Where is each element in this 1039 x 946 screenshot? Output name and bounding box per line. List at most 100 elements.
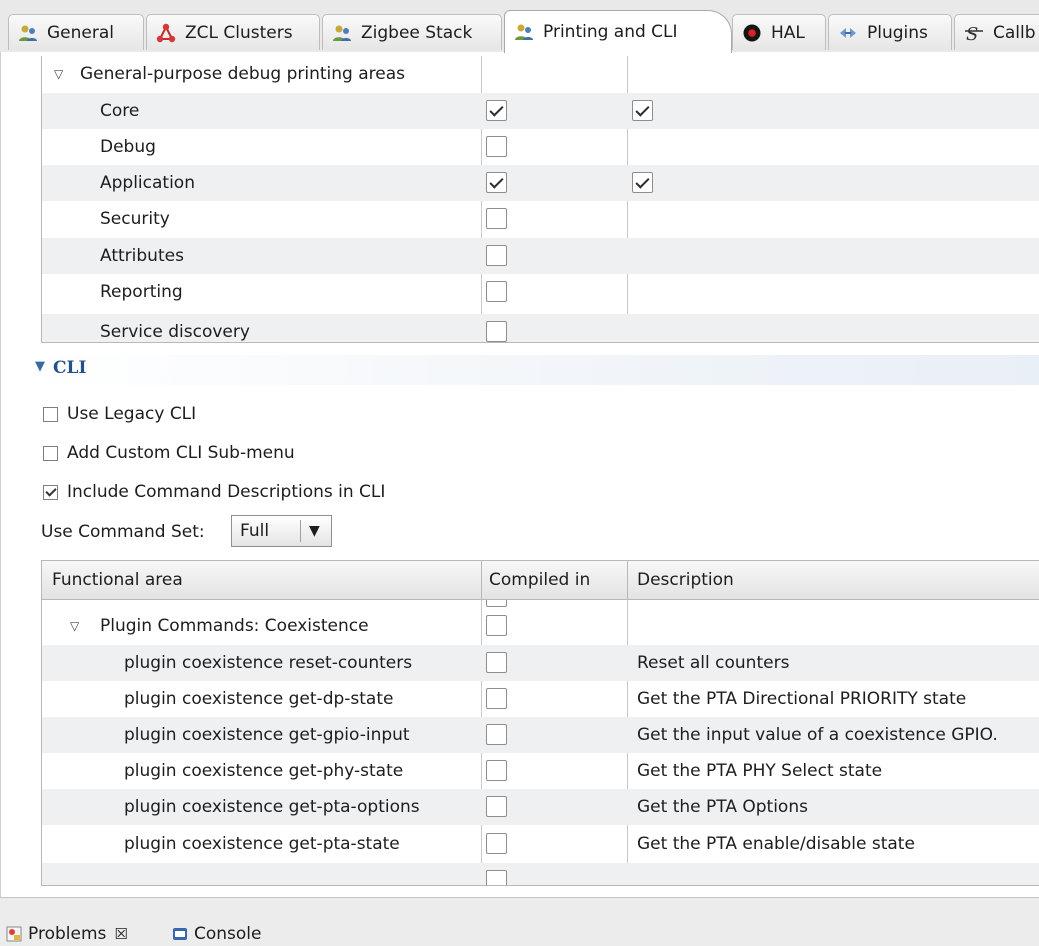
table-row[interactable]: Service discovery — [42, 314, 1039, 342]
tab-label: Callb — [993, 22, 1036, 43]
compiled-checkbox[interactable] — [486, 615, 507, 636]
printing-cli-editor: ▽ General-purpose debug printing areas C… — [0, 52, 1039, 897]
compiled-checkbox[interactable] — [486, 760, 507, 781]
hal-icon — [743, 24, 761, 41]
table-header: Functional area Compiled in Description — [42, 560, 1039, 600]
compiled-checkbox[interactable] — [486, 208, 507, 229]
tab-label: HAL — [771, 22, 805, 43]
people-icon — [515, 24, 533, 40]
debug-printing-table: ▽ General-purpose debug printing areas C… — [41, 56, 1039, 343]
bottom-view-tabs: Problems ☒ Console — [0, 897, 1039, 946]
section-title: CLI — [53, 358, 87, 378]
compiled-checkbox[interactable] — [486, 688, 507, 709]
close-icon[interactable]: ☒ — [114, 925, 127, 943]
console-icon — [173, 928, 187, 940]
collapse-triangle-icon[interactable]: ▽ — [54, 56, 63, 92]
compiled-checkbox[interactable] — [486, 100, 507, 121]
row-label: Debug — [100, 137, 156, 157]
tab-label: Zigbee Stack — [361, 22, 473, 43]
command-set-value: Full — [240, 521, 270, 541]
tab-label: Problems — [28, 924, 107, 944]
tab-problems[interactable]: Problems ☒ — [6, 922, 128, 946]
compiled-checkbox[interactable] — [486, 796, 507, 817]
compiled-checkbox[interactable] — [486, 652, 507, 673]
group-label: General-purpose debug printing areas — [80, 64, 406, 84]
enabled-checkbox[interactable] — [632, 172, 653, 193]
dropdown-arrow-icon[interactable]: ▼ — [309, 523, 320, 539]
cli-commands-table: Functional area Compiled in Description … — [41, 560, 1039, 886]
command-description: Reset all counters — [637, 653, 790, 673]
compiled-checkbox[interactable] — [486, 321, 507, 342]
table-row[interactable]: plugin coexistence get-pta-state Get the… — [42, 826, 1039, 862]
command-set-dropdown[interactable]: Full ▼ — [231, 515, 332, 547]
table-row[interactable]: plugin coexistence get-dp-state Get the … — [42, 681, 1039, 717]
table-row[interactable]: Attributes — [42, 238, 1039, 274]
command-description: Get the PTA Options — [637, 797, 808, 817]
use-legacy-cli-checkbox[interactable] — [43, 406, 58, 422]
command-description: Get the PTA PHY Select state — [637, 761, 883, 781]
compiled-checkbox[interactable] — [486, 870, 507, 885]
tab-general[interactable]: General — [8, 14, 144, 50]
table-row[interactable]: plugin coexistence get-pta-options Get t… — [42, 789, 1039, 825]
column-header-functional-area[interactable]: Functional area — [52, 561, 183, 600]
cluster-icon — [156, 23, 176, 42]
compiled-checkbox[interactable] — [486, 245, 507, 266]
compiled-checkbox[interactable] — [486, 833, 507, 854]
tree-group-row[interactable]: ▽ Plugin Commands: Coexistence — [42, 608, 1039, 644]
table-row[interactable]: Security — [42, 201, 1039, 237]
table-row[interactable]: plugin coexistence get-gpio-input Get th… — [42, 717, 1039, 753]
column-header-description[interactable]: Description — [637, 561, 734, 600]
option-label: Use Legacy CLI — [67, 404, 197, 424]
table-row[interactable] — [42, 863, 1039, 885]
tab-label: Printing and CLI — [543, 22, 678, 42]
editor-tab-strip: General ZCL Clusters Zigbee Stack Printi… — [0, 0, 1039, 53]
tab-label: ZCL Clusters — [185, 22, 293, 43]
compiled-checkbox[interactable] — [486, 172, 507, 193]
compiled-checkbox[interactable] — [486, 281, 507, 302]
option-label: Add Custom CLI Sub-menu — [67, 443, 295, 463]
tab-zigbee-stack[interactable]: Zigbee Stack — [322, 14, 502, 50]
callback-icon: S — [965, 24, 983, 44]
people-icon — [333, 25, 351, 41]
tab-printing-and-cli[interactable]: Printing and CLI — [504, 10, 732, 53]
command-name: plugin coexistence get-pta-options — [124, 797, 420, 817]
tab-console[interactable]: Console — [172, 922, 262, 946]
row-label: Core — [100, 101, 140, 121]
tab-callbacks[interactable]: S Callb — [954, 14, 1039, 50]
cli-section-header[interactable]: ▼ CLI — [27, 355, 1039, 385]
collapse-triangle-icon[interactable]: ▼ — [35, 359, 45, 374]
compiled-checkbox[interactable] — [486, 724, 507, 745]
svg-text:S: S — [966, 24, 978, 44]
include-command-descriptions-checkbox[interactable] — [43, 484, 58, 500]
row-label: Application — [100, 173, 195, 193]
table-row[interactable]: plugin coexistence reset-counters Reset … — [42, 645, 1039, 681]
tab-hal[interactable]: HAL — [732, 14, 826, 50]
table-row[interactable]: Debug — [42, 129, 1039, 165]
enabled-checkbox[interactable] — [632, 100, 653, 121]
command-name: plugin coexistence reset-counters — [124, 653, 413, 673]
command-description: Get the PTA Directional PRIORITY state — [637, 689, 967, 709]
tree-group-row[interactable]: ▽ General-purpose debug printing areas — [42, 56, 1039, 92]
table-row[interactable] — [42, 600, 1039, 608]
table-row[interactable]: Reporting — [42, 274, 1039, 310]
include-command-descriptions-option[interactable]: Include Command Descriptions in CLI — [43, 480, 385, 504]
tab-zcl-clusters[interactable]: ZCL Clusters — [146, 14, 320, 50]
tab-plugins[interactable]: Plugins — [828, 14, 952, 50]
table-row[interactable]: Core — [42, 93, 1039, 129]
row-label: Attributes — [100, 246, 184, 266]
add-custom-cli-submenu-option[interactable]: Add Custom CLI Sub-menu — [43, 441, 295, 465]
add-custom-cli-submenu-checkbox[interactable] — [43, 445, 58, 461]
table-row[interactable]: plugin coexistence get-phy-state Get the… — [42, 753, 1039, 789]
compiled-checkbox[interactable] — [486, 600, 507, 607]
table-row[interactable]: Application — [42, 165, 1039, 201]
compiled-checkbox[interactable] — [486, 136, 507, 157]
use-legacy-cli-option[interactable]: Use Legacy CLI — [43, 402, 196, 426]
command-name: plugin coexistence get-dp-state — [124, 689, 394, 709]
column-header-compiled-in[interactable]: Compiled in — [489, 561, 590, 600]
command-name: plugin coexistence get-phy-state — [124, 761, 404, 781]
people-icon — [19, 25, 37, 41]
row-label: Reporting — [100, 282, 183, 302]
collapse-triangle-icon[interactable]: ▽ — [70, 608, 79, 644]
command-name: plugin coexistence get-gpio-input — [124, 725, 410, 745]
option-label: Include Command Descriptions in CLI — [67, 482, 386, 502]
